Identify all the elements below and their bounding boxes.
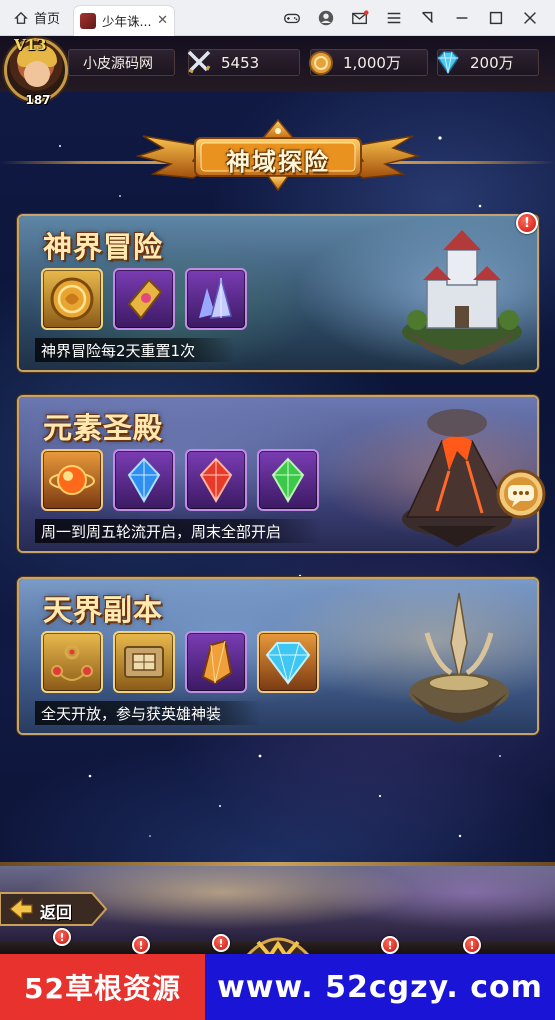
floating-castle-icon: [402, 230, 522, 365]
crystal-icon: [199, 277, 232, 319]
gamepad-icon[interactable]: [275, 0, 309, 36]
menu-alert-icon: !: [53, 928, 71, 946]
player-level: 187: [25, 93, 51, 107]
amber-crystal-icon: [201, 639, 233, 685]
card-title: 元素圣殿: [43, 411, 164, 445]
crossed-swords-icon: [187, 50, 211, 74]
card-description: 周一到周五轮流开启，周末全部开启: [35, 519, 322, 543]
diamond-icon: [265, 642, 311, 685]
reward-slot[interactable]: [41, 631, 103, 693]
diamond-value: 200万: [470, 54, 514, 72]
diamond-icon: [437, 51, 459, 75]
reward-slot[interactable]: [113, 268, 175, 330]
watermark-banner: 52草根资源 www. 52cgzy. com: [0, 954, 555, 1020]
player-name-pill: 小皮源码网: [68, 49, 175, 76]
player-name: 小皮源码网: [83, 55, 153, 72]
gold-coin-icon: [309, 51, 333, 75]
center-menu-emblem[interactable]: [236, 922, 320, 954]
card-alert-icon: !: [516, 212, 538, 234]
card-title: 神界冒险: [43, 230, 164, 264]
game-tab-title: 少年诛...: [102, 14, 152, 29]
sky-altar-icon: [409, 592, 509, 723]
gold-coin-icon: [50, 277, 94, 321]
vip-level: V13: [14, 36, 47, 54]
menu-icon[interactable]: [377, 0, 411, 36]
watermark-brand: 52草根资源: [0, 954, 205, 1020]
user-icon[interactable]: [309, 0, 343, 36]
menu-alert-icon: !: [212, 934, 230, 952]
reward-slot[interactable]: [113, 631, 175, 693]
earth-gem-icon: [271, 457, 305, 504]
reward-slot[interactable]: [257, 449, 319, 511]
reward-slot[interactable]: [185, 449, 247, 511]
tab-close-icon[interactable]: ✕: [157, 13, 168, 28]
card-description: 全天开放，参与获英雄神装: [35, 701, 262, 725]
reward-slot[interactable]: [257, 631, 319, 693]
card-description: 神界冒险每2天重置1次: [35, 338, 236, 362]
close-window-icon[interactable]: [513, 0, 547, 36]
power-pill: 5453: [187, 49, 300, 76]
gold-token-icon: [127, 278, 163, 320]
card-heaven-dungeon[interactable]: 天界副本 全天开放，参与获英雄神装: [17, 577, 539, 735]
home-tab-label: 首页: [34, 12, 61, 27]
reward-slot[interactable]: [185, 631, 247, 693]
reward-slot[interactable]: [41, 268, 103, 330]
home-tab[interactable]: 首页: [0, 0, 74, 36]
menu-alert-icon: !: [381, 936, 399, 954]
card-divine-adventure[interactable]: 神界冒险 神界冒险每2天重置1次: [17, 214, 539, 372]
pin-icon[interactable]: [411, 0, 445, 36]
browser-tabbar: 首页 少年诛... ✕: [0, 0, 555, 36]
diamond-pill: 200万: [437, 49, 539, 76]
power-value: 5453: [221, 53, 260, 72]
reward-slot[interactable]: [185, 268, 247, 330]
menu-alert-icon: !: [463, 936, 481, 954]
back-label[interactable]: 返回: [40, 899, 72, 923]
scroll-box-icon: [124, 646, 164, 678]
gold-value: 1,000万: [343, 54, 401, 72]
water-gem-icon: [127, 457, 161, 504]
game-viewport: V13 187 小皮源码网 5453 1,000万 200万 神域探险 神界冒险…: [0, 36, 555, 954]
reward-slot[interactable]: [41, 449, 103, 511]
maximize-icon[interactable]: [479, 0, 513, 36]
page-title: 神域探险: [226, 148, 330, 176]
mail-icon[interactable]: [343, 0, 377, 36]
minimize-icon[interactable]: [445, 0, 479, 36]
fire-gem-icon: [199, 457, 233, 504]
card-element-temple[interactable]: 元素圣殿 周一到周五轮流开启，周末全部开启: [17, 395, 539, 553]
game-favicon: [80, 12, 97, 29]
reward-slot[interactable]: [113, 449, 175, 511]
home-icon: [14, 11, 28, 24]
card-title: 天界副本: [43, 593, 164, 627]
watermark-url: www. 52cgzy. com: [205, 954, 555, 1020]
title-banner: 神域探险: [133, 116, 423, 196]
menu-alert-icon: !: [132, 936, 150, 954]
gold-pill: 1,000万: [309, 49, 428, 76]
game-tab[interactable]: 少年诛... ✕: [74, 5, 175, 36]
chat-bubble-icon[interactable]: [496, 469, 546, 519]
ring-set-icon: [51, 644, 93, 681]
fire-orb-icon: [49, 465, 95, 495]
